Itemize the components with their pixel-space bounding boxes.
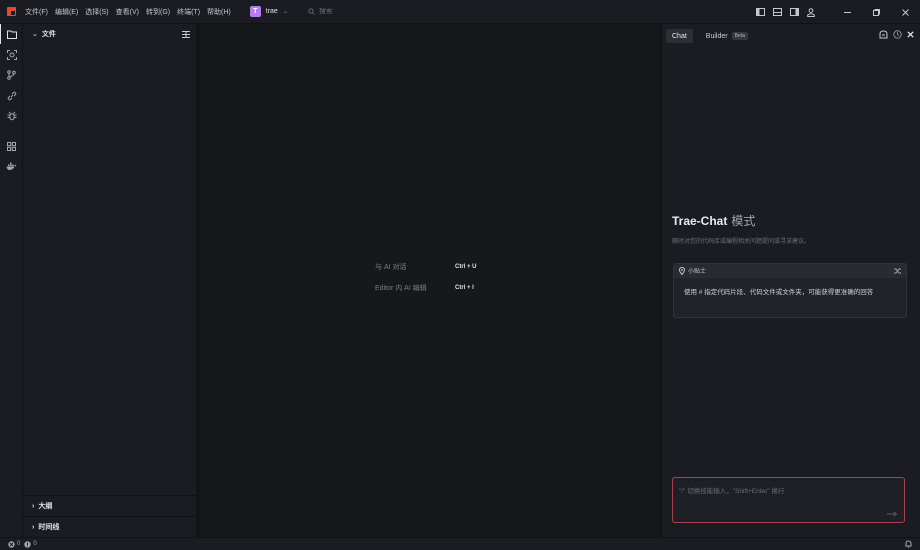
problems-warnings[interactable]: 0 xyxy=(24,540,37,548)
history-icon[interactable] xyxy=(893,30,902,39)
tips-card: 小贴士 使用 # 指定代码片段、代码文件或文件夹，可能获得更准确的回答 xyxy=(673,263,907,318)
chevron-right-icon: › xyxy=(32,502,35,510)
chat-panel: Chat Builder Beta Trae-Chat 模式 随时对您的代码库或编… xyxy=(662,24,920,537)
project-avatar: T xyxy=(249,6,261,17)
menu-view[interactable]: 查看(V) xyxy=(116,7,139,17)
send-button[interactable] xyxy=(886,510,898,517)
tips-title: 小贴士 xyxy=(688,269,707,275)
close-icon[interactable] xyxy=(907,31,914,38)
files-section-title: 文件 xyxy=(41,31,56,38)
location-pin-icon xyxy=(679,266,685,275)
chat-title-main: Trae-Chat xyxy=(672,214,728,228)
menu-bar: 文件(F) 编辑(E) 选择(S) 查看(V) 转到(G) 终端(T) 帮助(H… xyxy=(25,7,231,17)
menu-go[interactable]: 转到(G) xyxy=(146,7,170,17)
status-bar: 0 0 xyxy=(0,537,920,550)
warning-icon xyxy=(24,540,32,548)
new-chat-icon[interactable] xyxy=(879,30,888,39)
problems-errors[interactable]: 0 xyxy=(8,540,21,548)
chevron-down-icon: ⌄ xyxy=(32,31,38,38)
menu-selection[interactable]: 选择(S) xyxy=(85,7,108,17)
shortcut-label: 与 AI 对话 xyxy=(375,264,407,271)
link-icon xyxy=(7,91,16,100)
chat-subtitle: 随时对您的代码库或编程相关问题提问或寻求建议。 xyxy=(672,239,811,245)
chevron-down-icon: ⌄ xyxy=(282,9,288,15)
menu-file[interactable]: 文件(F) xyxy=(25,7,48,17)
chevron-right-icon: › xyxy=(32,523,35,531)
chat-input[interactable] xyxy=(679,485,898,515)
bell-icon xyxy=(905,540,912,548)
activity-docker[interactable] xyxy=(0,157,23,177)
menu-edit[interactable]: 编辑(E) xyxy=(55,7,78,17)
restore-button[interactable] xyxy=(862,0,891,24)
restore-icon xyxy=(873,8,880,16)
shortcut-key: Ctrl + U xyxy=(455,264,477,270)
warning-count: 0 xyxy=(33,541,37,547)
toggle-primary-sidebar-icon[interactable] xyxy=(752,4,768,20)
chat-input-box[interactable] xyxy=(672,477,905,523)
activity-extensions[interactable] xyxy=(0,136,23,156)
activity-source-control[interactable] xyxy=(0,65,23,85)
shortcut-key: Ctrl + I xyxy=(455,285,474,291)
tab-builder-label: Builder xyxy=(705,32,728,40)
account-icon[interactable] xyxy=(803,4,819,20)
timeline-section-header[interactable]: › 时间线 xyxy=(23,516,196,537)
explorer-sidebar: ⌄ 文件 › 大纲 › 时间线 xyxy=(23,24,197,537)
tab-chat[interactable]: Chat xyxy=(666,29,693,43)
collapse-all-icon[interactable] xyxy=(182,30,190,38)
search-scan-icon xyxy=(6,49,17,60)
trae-logo-icon xyxy=(7,7,16,16)
search-box[interactable] xyxy=(308,8,519,15)
files-section-header[interactable]: ⌄ 文件 xyxy=(23,24,196,44)
tips-body: 使用 # 指定代码片段、代码文件或文件夹，可能获得更准确的回答 xyxy=(684,289,874,296)
activity-debug[interactable] xyxy=(0,106,23,126)
outline-section-title: 大纲 xyxy=(38,503,53,510)
menu-terminal[interactable]: 终端(T) xyxy=(177,7,200,17)
notifications-bell[interactable] xyxy=(905,540,912,550)
activity-remote[interactable] xyxy=(0,86,23,106)
docker-icon xyxy=(6,162,17,170)
search-input[interactable] xyxy=(318,8,519,15)
shortcut-ai-chat: 与 AI 对话 Ctrl + U xyxy=(375,262,477,272)
activity-explorer[interactable] xyxy=(0,24,23,44)
toggle-secondary-sidebar-icon[interactable] xyxy=(786,4,802,20)
source-control-icon xyxy=(7,70,16,80)
bug-icon xyxy=(7,111,16,121)
project-switcher[interactable]: T trae ⌄ xyxy=(249,6,288,17)
error-count: 0 xyxy=(17,541,21,547)
chat-title-mode: 模式 xyxy=(731,214,756,228)
tab-builder[interactable]: Builder Beta xyxy=(700,29,754,43)
minimize-icon xyxy=(844,11,851,13)
shortcut-ai-edit: Editor 内 AI 编辑 Ctrl + I xyxy=(375,283,474,293)
shortcut-label: Editor 内 AI 编辑 xyxy=(375,285,427,292)
files-icon xyxy=(7,30,17,39)
error-icon xyxy=(8,540,15,548)
toggle-panel-icon[interactable] xyxy=(769,4,785,20)
chat-title: Trae-Chat 模式 xyxy=(672,212,755,229)
close-window-button[interactable] xyxy=(891,0,920,24)
menu-help[interactable]: 帮助(H) xyxy=(207,7,231,17)
project-name: trae xyxy=(265,8,278,15)
shuffle-icon[interactable] xyxy=(894,268,901,274)
activity-bar xyxy=(0,24,23,537)
extensions-icon xyxy=(7,141,16,151)
minimize-button[interactable] xyxy=(833,0,862,24)
send-icon xyxy=(886,510,897,517)
beta-badge: Beta xyxy=(731,32,748,40)
title-bar: 文件(F) 编辑(E) 选择(S) 查看(V) 转到(G) 终端(T) 帮助(H… xyxy=(0,0,920,24)
editor-area: 与 AI 对话 Ctrl + U Editor 内 AI 编辑 Ctrl + I xyxy=(200,24,659,534)
activity-search[interactable] xyxy=(0,45,23,65)
outline-section-header[interactable]: › 大纲 xyxy=(23,495,196,516)
search-icon xyxy=(308,8,315,15)
close-icon xyxy=(902,8,909,16)
timeline-section-title: 时间线 xyxy=(38,524,60,531)
